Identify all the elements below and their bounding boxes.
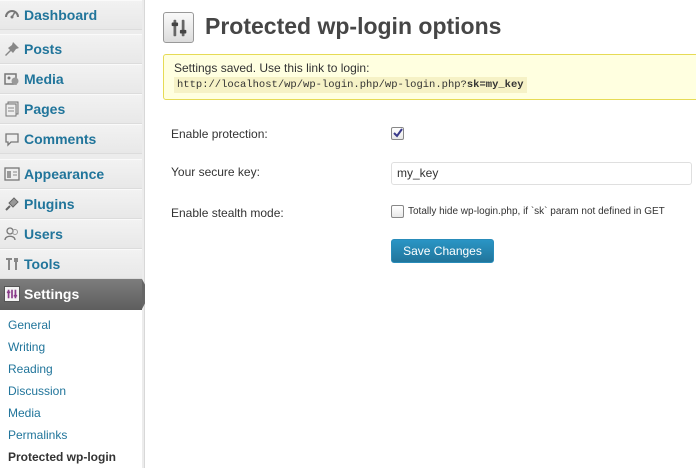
media-icon bbox=[3, 70, 21, 88]
admin-sidebar: Dashboard Posts Media Pages Comments App… bbox=[0, 0, 150, 468]
plug-icon bbox=[3, 195, 21, 213]
stealth-mode-checkbox[interactable] bbox=[391, 205, 404, 218]
sidebar-item-label: Dashboard bbox=[24, 7, 98, 23]
sidebar-item-comments[interactable]: Comments bbox=[0, 124, 142, 154]
wp-admin-app: Dashboard Posts Media Pages Comments App… bbox=[0, 0, 696, 468]
sidebar-item-label: Tools bbox=[24, 256, 61, 272]
sidebar-item-label: Appearance bbox=[24, 166, 105, 182]
login-link-key: sk=my_key bbox=[466, 79, 524, 91]
submenu-item-protected-wp-login[interactable]: Protected wp-login bbox=[8, 450, 116, 464]
sidebar-item-users[interactable]: Users bbox=[0, 219, 142, 249]
tools-icon bbox=[3, 255, 21, 273]
stealth-mode-label: Enable stealth mode: bbox=[171, 206, 284, 220]
save-changes-button[interactable]: Save Changes bbox=[391, 239, 494, 263]
page-title: Protected wp-login options bbox=[205, 13, 502, 39]
sidebar-item-appearance[interactable]: Appearance bbox=[0, 159, 142, 189]
sidebar-item-label: Users bbox=[24, 226, 63, 242]
notice-message: Settings saved. Use this link to login: bbox=[174, 61, 370, 75]
sidebar-item-label: Plugins bbox=[24, 196, 75, 212]
users-icon bbox=[3, 225, 21, 243]
appearance-icon bbox=[3, 165, 21, 183]
pushpin-icon bbox=[3, 40, 21, 58]
sidebar-item-posts[interactable]: Posts bbox=[0, 34, 142, 64]
submenu-item-writing[interactable]: Writing bbox=[8, 340, 45, 354]
submenu-item-general[interactable]: General bbox=[8, 318, 51, 332]
stealth-mode-description: Totally hide wp-login.php, if `sk` param… bbox=[408, 206, 665, 217]
sidebar-item-tools[interactable]: Tools bbox=[0, 249, 142, 279]
dashboard-icon bbox=[3, 6, 21, 24]
submenu-item-reading[interactable]: Reading bbox=[8, 362, 53, 376]
sidebar-item-media[interactable]: Media bbox=[0, 64, 142, 94]
sidebar-item-label: Comments bbox=[24, 131, 97, 147]
secure-key-label: Your secure key: bbox=[171, 165, 260, 179]
settings-icon bbox=[4, 286, 20, 302]
enable-protection-label: Enable protection: bbox=[171, 127, 268, 141]
pages-icon bbox=[3, 100, 21, 118]
sidebar-item-label: Settings bbox=[24, 286, 80, 302]
secure-key-input[interactable]: my_key bbox=[391, 162, 692, 185]
main-content: Protected wp-login options Settings save… bbox=[145, 0, 696, 468]
sidebar-item-label: Pages bbox=[24, 101, 66, 117]
settings-submenu: General Writing Reading Discussion Media… bbox=[0, 310, 142, 468]
sidebar-item-dashboard[interactable]: Dashboard bbox=[0, 0, 142, 30]
sidebar-item-pages[interactable]: Pages bbox=[0, 94, 142, 124]
submenu-item-discussion[interactable]: Discussion bbox=[8, 384, 66, 398]
login-link-prefix: http://localhost/wp/wp-login.php/wp-logi… bbox=[177, 79, 467, 91]
login-link[interactable]: http://localhost/wp/wp-login.php/wp-logi… bbox=[174, 77, 527, 93]
sidebar-item-settings[interactable]: Settings bbox=[0, 279, 152, 310]
settings-sliders-icon bbox=[163, 12, 194, 43]
submenu-item-media[interactable]: Media bbox=[8, 406, 41, 420]
comment-icon bbox=[3, 130, 21, 148]
sidebar-item-label: Media bbox=[24, 71, 64, 87]
checkmark-icon bbox=[393, 128, 403, 138]
sidebar-item-plugins[interactable]: Plugins bbox=[0, 189, 142, 219]
sidebar-item-label: Posts bbox=[24, 41, 63, 57]
settings-saved-notice: Settings saved. Use this link to login: … bbox=[163, 54, 696, 100]
enable-protection-checkbox[interactable] bbox=[391, 127, 404, 140]
submenu-item-permalinks[interactable]: Permalinks bbox=[8, 428, 67, 442]
